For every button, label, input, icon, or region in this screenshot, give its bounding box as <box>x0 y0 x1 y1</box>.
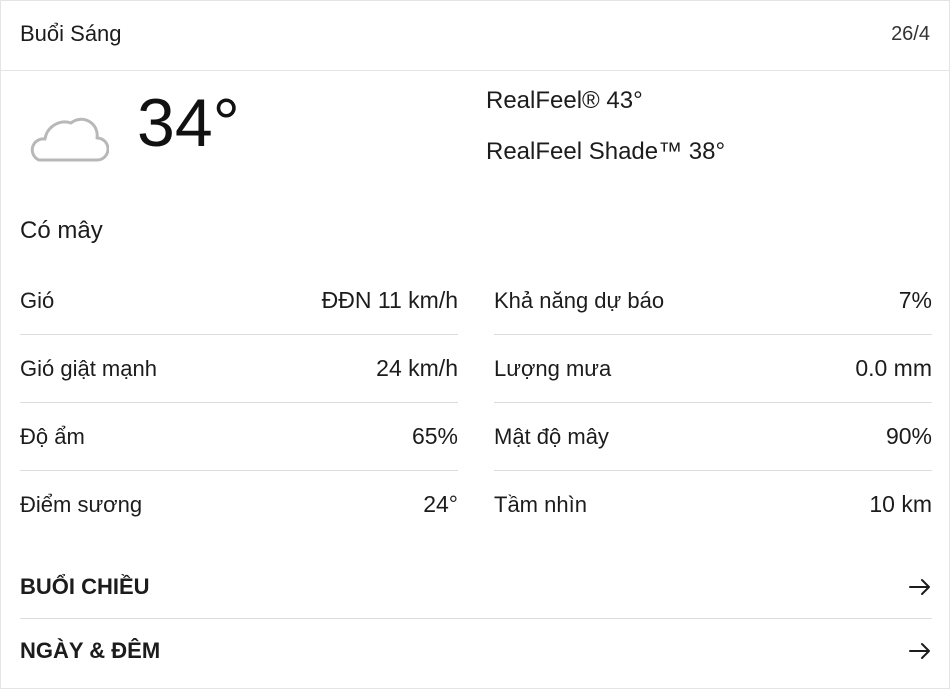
detail-label: Tầm nhìn <box>494 491 587 517</box>
period-title: Buổi Sáng <box>20 21 122 46</box>
link-label: NGÀY & ĐÊM <box>20 638 161 663</box>
detail-label: Lượng mưa <box>494 355 612 381</box>
realfeel-shade-value: RealFeel Shade™ 38° <box>486 138 726 165</box>
current-temperature: 34° <box>137 85 240 161</box>
detail-row-wind: Gió ĐĐN 11 km/h <box>20 267 458 335</box>
detail-value: 24 km/h <box>376 355 458 381</box>
detail-label: Mật độ mây <box>494 423 609 449</box>
detail-value: 65% <box>411 423 458 449</box>
arrow-right-icon <box>909 579 930 595</box>
detail-value: 7% <box>898 287 932 313</box>
detail-row-humidity: Độ ẩm 65% <box>20 403 458 471</box>
detail-row-wind-gust: Gió giật mạnh 24 km/h <box>20 335 458 403</box>
detail-row-precipitation: Lượng mưa 0.0 mm <box>494 335 932 403</box>
detail-label: Gió giật mạnh <box>20 355 157 381</box>
forecast-header: Buổi Sáng 26/4 <box>0 0 950 70</box>
detail-row-precip-probability: Khả năng dự báo 7% <box>494 267 932 335</box>
link-label: BUỔI CHIỀU <box>20 574 150 599</box>
detail-value: 0.0 mm <box>855 355 932 381</box>
detail-value: 24° <box>423 491 458 517</box>
weather-phrase: Có mây <box>20 217 103 244</box>
cloud-icon <box>30 117 109 162</box>
afternoon-link[interactable]: BUỔI CHIỀU <box>20 556 932 619</box>
day-night-link[interactable]: NGÀY & ĐÊM <box>20 620 932 682</box>
arrow-right-icon <box>909 643 930 659</box>
detail-label: Gió <box>20 287 55 313</box>
detail-value: 90% <box>885 423 932 449</box>
forecast-date: 26/4 <box>891 23 930 45</box>
detail-label: Điểm sương <box>20 491 143 517</box>
detail-value: 10 km <box>869 491 932 517</box>
details-right-column: Khả năng dự báo 7% Lượng mưa 0.0 mm Mật … <box>494 267 932 538</box>
detail-label: Độ ẩm <box>20 423 85 449</box>
forecast-card: 34° RealFeel® 43° RealFeel Shade™ 38° Có… <box>0 70 950 689</box>
details-left-column: Gió ĐĐN 11 km/h Gió giật mạnh 24 km/h Độ… <box>20 267 458 538</box>
detail-row-cloud-cover: Mật độ mây 90% <box>494 403 932 471</box>
detail-value: ĐĐN 11 km/h <box>321 287 458 313</box>
detail-row-visibility: Tầm nhìn 10 km <box>494 471 932 538</box>
detail-row-dew-point: Điểm sương 24° <box>20 471 458 538</box>
detail-label: Khả năng dự báo <box>494 287 665 313</box>
realfeel-value: RealFeel® 43° <box>486 87 643 114</box>
